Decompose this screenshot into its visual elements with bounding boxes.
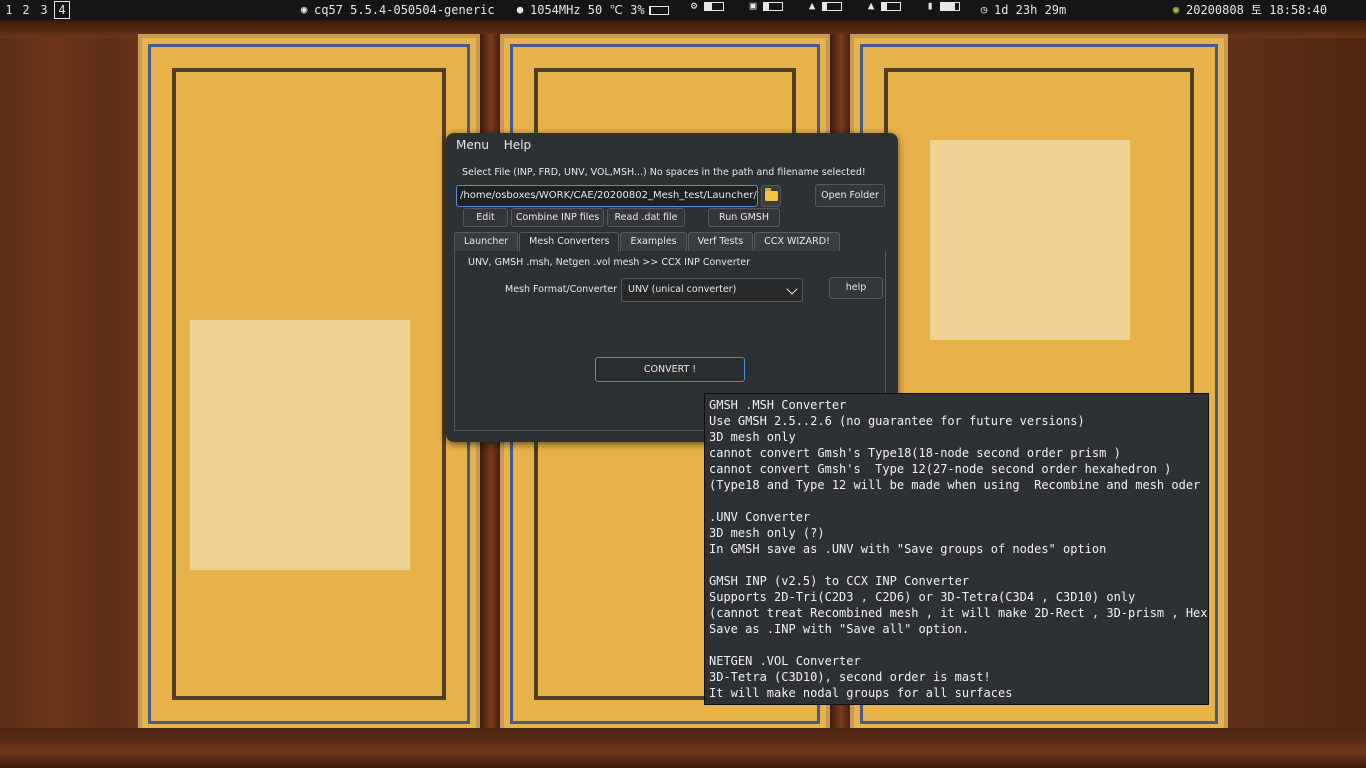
battery-icon: ▮ bbox=[926, 0, 934, 12]
indicator-gear: ⚙ bbox=[688, 0, 724, 12]
help-button[interactable]: help bbox=[829, 277, 883, 299]
indicator-bar bbox=[704, 1, 724, 11]
tooltip-line: GMSH INP (v2.5) to CCX INP Converter bbox=[709, 574, 970, 588]
indicator-bar bbox=[763, 1, 783, 11]
tooltip-line: 3D-Tetra (C3D10), second order is mast! bbox=[709, 670, 991, 684]
open-folder-button[interactable]: Open Folder bbox=[815, 184, 885, 207]
tooltip-line: GMSH .MSH Converter bbox=[709, 398, 847, 412]
workspace-4-active[interactable]: 4 bbox=[54, 1, 70, 19]
disk-icon: ▣ bbox=[749, 0, 757, 12]
tab-examples[interactable]: Examples bbox=[620, 232, 687, 251]
tooltip-line: Supports 2D-Tri(C2D3 , C2D6) or 3D-Tetra… bbox=[709, 590, 1136, 604]
select-file-label: Select File (INP, FRD, UNV, VOL,MSH...) … bbox=[462, 167, 866, 178]
tab-bar: Launcher Mesh Converters Examples Verf T… bbox=[454, 232, 841, 252]
tooltip-line: (Type18 and Type 12 will be made when us… bbox=[709, 478, 1209, 492]
date-label: 20200808 토 18:58:40 bbox=[1186, 3, 1328, 17]
indicator-bar bbox=[881, 1, 901, 11]
host-info: ◉ cq57 5.5.4-050504-generic bbox=[298, 0, 495, 20]
host-label: cq57 5.5.4-050504-generic bbox=[314, 3, 495, 17]
panel-title: UNV, GMSH .msh, Netgen .vol mesh >> CCX … bbox=[468, 257, 751, 268]
menu-item-help[interactable]: Help bbox=[504, 138, 531, 152]
tab-mesh-converters[interactable]: Mesh Converters bbox=[519, 232, 620, 252]
clock-icon: ◷ bbox=[980, 3, 988, 16]
tab-ccx-wizard[interactable]: CCX WIZARD! bbox=[754, 232, 840, 251]
uptime-label: 1d 23h 29m bbox=[994, 3, 1067, 17]
tooltip-line: .UNV Converter bbox=[709, 510, 811, 524]
date-info: ◉ 20200808 토 18:58:40 bbox=[1170, 0, 1327, 20]
workspace-2[interactable]: 2 bbox=[18, 1, 34, 19]
workspace-1[interactable]: 1 bbox=[1, 1, 17, 19]
tooltip-line: 3D mesh only bbox=[709, 430, 796, 444]
tooltip-line: cannot convert Gmsh's Type18(18-node sec… bbox=[709, 446, 1121, 460]
tooltip-line: NETGEN .VOL Converter bbox=[709, 654, 861, 668]
tooltip-line: 3D mesh only (?) bbox=[709, 526, 825, 540]
run-gmsh-button[interactable]: Run GMSH bbox=[708, 208, 780, 227]
wallpaper-beam-bottom bbox=[0, 728, 1366, 768]
gear-icon: ⚙ bbox=[690, 0, 698, 12]
pin-icon: ▲ bbox=[808, 0, 816, 12]
chat-icon: ● bbox=[516, 3, 524, 16]
help-tooltip: GMSH .MSH Converter Use GMSH 2.5..2.6 (no… bbox=[704, 393, 1209, 705]
cpu-label: 1054MHz 50 ℃ 3% bbox=[530, 3, 645, 17]
indicator-battery: ▮ bbox=[924, 0, 960, 12]
indicator-pin-2: ▲ bbox=[865, 0, 901, 12]
ubuntu-icon: ◉ bbox=[300, 3, 308, 16]
cpu-bar bbox=[648, 5, 669, 15]
tooltip-line: In GMSH save as .UNV with "Save groups o… bbox=[709, 542, 1107, 556]
tooltip-line: (cannot treat Recombined mesh , it will … bbox=[709, 606, 1209, 620]
edit-button[interactable]: Edit bbox=[463, 208, 508, 227]
uptime-info: ◷ 1d 23h 29m bbox=[978, 0, 1067, 20]
indicator-pin: ▲ bbox=[806, 0, 842, 12]
indicator-disk: ▣ bbox=[747, 0, 783, 12]
tooltip-line: Use GMSH 2.5..2.6 (no guarantee for futu… bbox=[709, 414, 1085, 428]
mesh-format-value: UNV (unical converter) bbox=[628, 284, 737, 295]
tooltip-line bbox=[709, 493, 1208, 509]
folder-icon bbox=[765, 188, 778, 201]
tooltip-line: cannot convert Gmsh's Type 12(27-node se… bbox=[709, 462, 1172, 476]
tab-verf-tests[interactable]: Verf Tests bbox=[687, 232, 754, 251]
wallpaper-plaster-patch bbox=[930, 140, 1130, 340]
combine-inp-button[interactable]: Combine INP files bbox=[511, 208, 604, 227]
wallpaper-plaster-patch bbox=[190, 320, 410, 570]
indicator-bar bbox=[822, 1, 842, 11]
pin-icon: ▲ bbox=[867, 0, 875, 12]
browse-folder-button[interactable] bbox=[761, 185, 781, 207]
tooltip-line bbox=[709, 637, 1208, 653]
cpu-info: ● 1054MHz 50 ℃ 3% bbox=[514, 0, 669, 20]
mesh-format-label: Mesh Format/Converter bbox=[505, 284, 618, 295]
convert-button[interactable]: CONVERT ! bbox=[595, 357, 745, 382]
mesh-format-select[interactable]: UNV (unical converter) bbox=[621, 278, 803, 302]
read-dat-button[interactable]: Read .dat file bbox=[607, 208, 685, 227]
menu-item-menu[interactable]: Menu bbox=[456, 138, 489, 152]
battery-bar bbox=[940, 1, 960, 11]
tooltip-line bbox=[709, 557, 1208, 573]
app-tray-icon[interactable]: ◉ bbox=[1170, 4, 1182, 16]
tooltip-line: Save as .INP with "Save all" option. bbox=[709, 622, 970, 636]
top-status-bar: 1 2 3 4 ◉ cq57 5.5.4-050504-generic ● 10… bbox=[0, 0, 1366, 20]
file-path-input[interactable]: /home/osboxes/WORK/CAE/20200802_Mesh_tes… bbox=[456, 185, 758, 207]
tooltip-line: It will make nodal groups for all surfac… bbox=[709, 686, 1013, 700]
workspace-3[interactable]: 3 bbox=[36, 1, 52, 19]
tab-launcher[interactable]: Launcher bbox=[454, 232, 519, 251]
chevron-down-icon bbox=[786, 283, 798, 295]
menubar: Menu Help bbox=[456, 138, 542, 152]
